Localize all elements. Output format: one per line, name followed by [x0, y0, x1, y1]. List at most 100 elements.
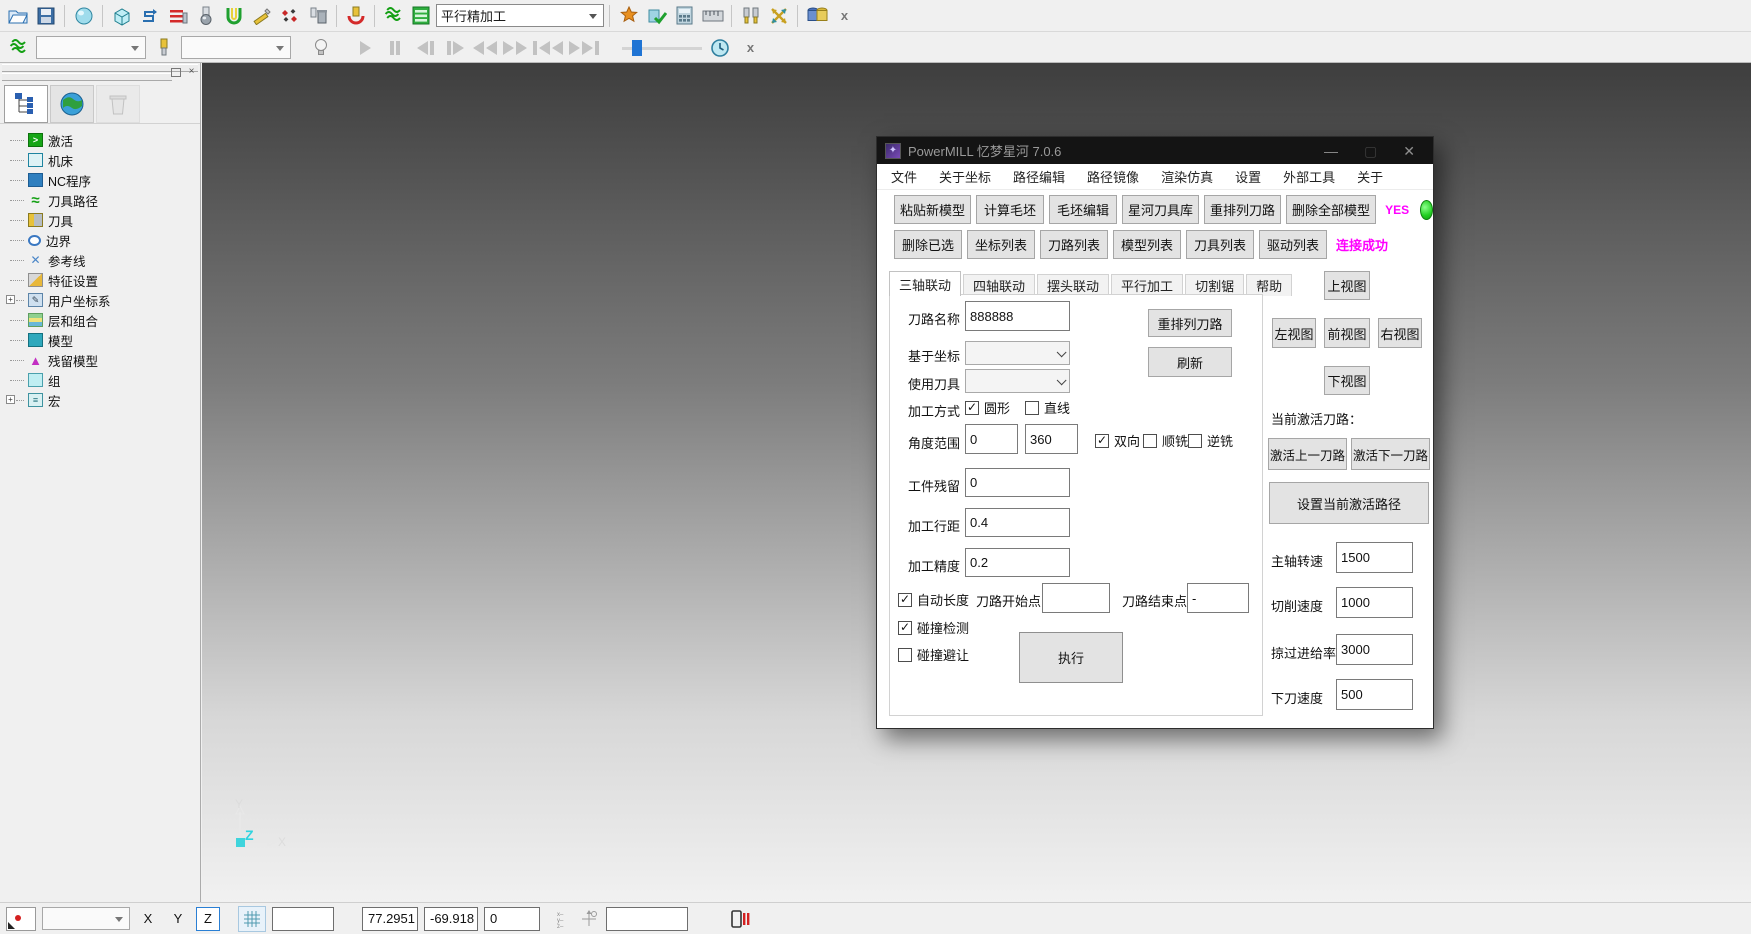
auto-length-checkbox-box[interactable]	[898, 593, 912, 607]
edit-toolpath-icon[interactable]	[248, 3, 275, 29]
sim-speed-slider[interactable]	[622, 38, 702, 58]
menu-settings[interactable]: 设置	[1235, 167, 1261, 186]
next-toolpath-button[interactable]: 激活下一刀路	[1351, 438, 1430, 470]
coord-z-field[interactable]: 0	[484, 907, 540, 931]
circle-checkbox[interactable]: 圆形	[965, 398, 1010, 417]
set-active-path-button[interactable]: 设置当前激活路径	[1269, 482, 1429, 524]
calculator-icon[interactable]	[671, 3, 698, 29]
delete-toolpath-icon[interactable]	[304, 3, 331, 29]
tool-list-button[interactable]: 刀具列表	[1186, 230, 1254, 259]
toolpath-burn-icon[interactable]	[615, 3, 642, 29]
play-button[interactable]	[352, 36, 378, 60]
rearrange-button[interactable]: 重排列刀路	[1148, 309, 1232, 337]
rearrange-toolpaths-button[interactable]: 重排列刀路	[1204, 195, 1281, 224]
bidirectional-checkbox-box[interactable]	[1095, 434, 1109, 448]
dialog-titlebar[interactable]: ✦ PowerMILL 忆梦星河 7.0.6 — ▢ ✕	[877, 137, 1433, 164]
line-checkbox-box[interactable]	[1025, 401, 1039, 415]
climb-checkbox-box[interactable]	[1143, 434, 1157, 448]
tree-item-boundaries[interactable]: 边界	[6, 230, 200, 250]
tab-4axis[interactable]: 四轴联动	[963, 274, 1035, 296]
menu-file[interactable]: 文件	[891, 167, 917, 186]
graphics-viewport[interactable]: Y X Z ✦ PowerMILL 忆梦星河 7.0.6 — ▢ ✕ 文件 关于…	[202, 63, 1751, 902]
intelligent-cursor-field[interactable]	[606, 907, 688, 931]
grid-size-field[interactable]	[272, 907, 334, 931]
panel-grips[interactable]: ×	[0, 64, 200, 81]
top-view-button[interactable]: 上视图	[1324, 271, 1370, 300]
compute-stock-button[interactable]: 计算毛坯	[976, 195, 1044, 224]
refresh-button[interactable]: 刷新	[1148, 347, 1232, 377]
tool-ball-icon[interactable]	[192, 3, 219, 29]
ruler-icon[interactable]	[699, 3, 726, 29]
tree-item-feature-sets[interactable]: 特征设置	[6, 270, 200, 290]
cutting-feed-input[interactable]	[1336, 587, 1413, 618]
collision-avoid-checkbox-box[interactable]	[898, 648, 912, 662]
coord-y-field[interactable]: -69.918	[424, 907, 478, 931]
slider-handle[interactable]	[632, 40, 642, 56]
shaded-view-icon[interactable]	[70, 3, 97, 29]
tree-item-groups[interactable]: 组	[6, 370, 200, 390]
plunge-feed-input[interactable]	[1336, 679, 1413, 710]
strategy-combobox[interactable]: 平行精加工	[436, 4, 604, 27]
workplane-combobox[interactable]	[42, 907, 130, 930]
menu-path-edit[interactable]: 路径编辑	[1013, 167, 1065, 186]
bottom-view-button[interactable]: 下视图	[1324, 366, 1370, 395]
coord-x-field[interactable]: 77.2951	[362, 907, 418, 931]
circle-checkbox-box[interactable]	[965, 401, 979, 415]
bulb-icon[interactable]	[307, 35, 334, 61]
tool-holder-icon[interactable]	[342, 3, 369, 29]
go-to-start-button[interactable]	[532, 36, 564, 60]
minimize-icon[interactable]: —	[1324, 144, 1338, 158]
save-project-icon[interactable]	[32, 3, 59, 29]
compare-models-icon[interactable]	[803, 3, 830, 29]
line-checkbox[interactable]: 直线	[1025, 398, 1070, 417]
right-view-button[interactable]: 右视图	[1378, 318, 1422, 348]
sim-tool-combobox[interactable]	[181, 36, 291, 59]
tree-item-patterns[interactable]: ✕参考线	[6, 250, 200, 270]
collision-check-checkbox-box[interactable]	[898, 621, 912, 635]
angle-end-input[interactable]	[1025, 424, 1078, 454]
collision-avoid-checkbox[interactable]: 碰撞避让	[898, 645, 969, 664]
axis-z-button[interactable]: Z	[196, 907, 220, 931]
conventional-checkbox-box[interactable]	[1188, 434, 1202, 448]
tree-item-nc-program[interactable]: NC程序	[6, 170, 200, 190]
toolpath-verify-icon[interactable]	[643, 3, 670, 29]
prev-toolpath-button[interactable]: 激活上一刀路	[1268, 438, 1347, 470]
compass-icon[interactable]	[578, 909, 600, 929]
coord-list-button[interactable]: 坐标列表	[967, 230, 1035, 259]
tree-item-models[interactable]: 模型	[6, 330, 200, 350]
model-list-button[interactable]: 模型列表	[1113, 230, 1181, 259]
bidirectional-checkbox[interactable]: 双向	[1095, 431, 1140, 450]
drive-list-button[interactable]: 驱动列表	[1259, 230, 1327, 259]
step-forward-button[interactable]	[442, 36, 468, 60]
pattern-icon[interactable]	[276, 3, 303, 29]
fast-forward-button[interactable]	[502, 36, 528, 60]
expand-icon[interactable]: +	[6, 295, 15, 304]
menu-path-mirror[interactable]: 路径镜像	[1087, 167, 1139, 186]
close-icon[interactable]: ✕	[1403, 144, 1415, 158]
tab-3axis[interactable]: 三轴联动	[889, 271, 961, 296]
skim-feed-input[interactable]	[1336, 634, 1413, 665]
stock-edit-button[interactable]: 毛坯编辑	[1049, 195, 1117, 224]
clock-icon[interactable]	[706, 35, 733, 61]
tree-item-workplanes[interactable]: +✎用户坐标系	[6, 290, 200, 310]
tool-pair-icon[interactable]	[737, 3, 764, 29]
tree-item-machine[interactable]: 机床	[6, 150, 200, 170]
tree-item-stock-models[interactable]: ▲残留模型	[6, 350, 200, 370]
climb-checkbox[interactable]: 顺铣	[1143, 431, 1188, 450]
menu-about[interactable]: 关于	[1357, 167, 1383, 186]
tolerance-input[interactable]	[965, 548, 1070, 577]
delete-all-models-button[interactable]: 删除全部模型	[1286, 195, 1376, 224]
step-back-button[interactable]	[412, 36, 438, 60]
axis-x-button[interactable]: X	[136, 907, 160, 931]
tab-explorer-web[interactable]	[50, 85, 94, 123]
tree-item-macros[interactable]: +≡宏	[6, 390, 200, 410]
end-point-input[interactable]	[1187, 583, 1249, 613]
stock-allowance-input[interactable]	[965, 468, 1070, 497]
coord-select[interactable]	[965, 341, 1070, 365]
tree-item-tools[interactable]: 刀具	[6, 210, 200, 230]
toolbar-close-icon[interactable]: x	[831, 3, 858, 29]
sim-toolpath-combobox[interactable]	[36, 36, 146, 59]
grid-snap-button[interactable]	[238, 906, 266, 932]
tab-saw[interactable]: 切割锯	[1185, 274, 1244, 296]
paste-new-model-button[interactable]: 粘贴新模型	[894, 195, 971, 224]
